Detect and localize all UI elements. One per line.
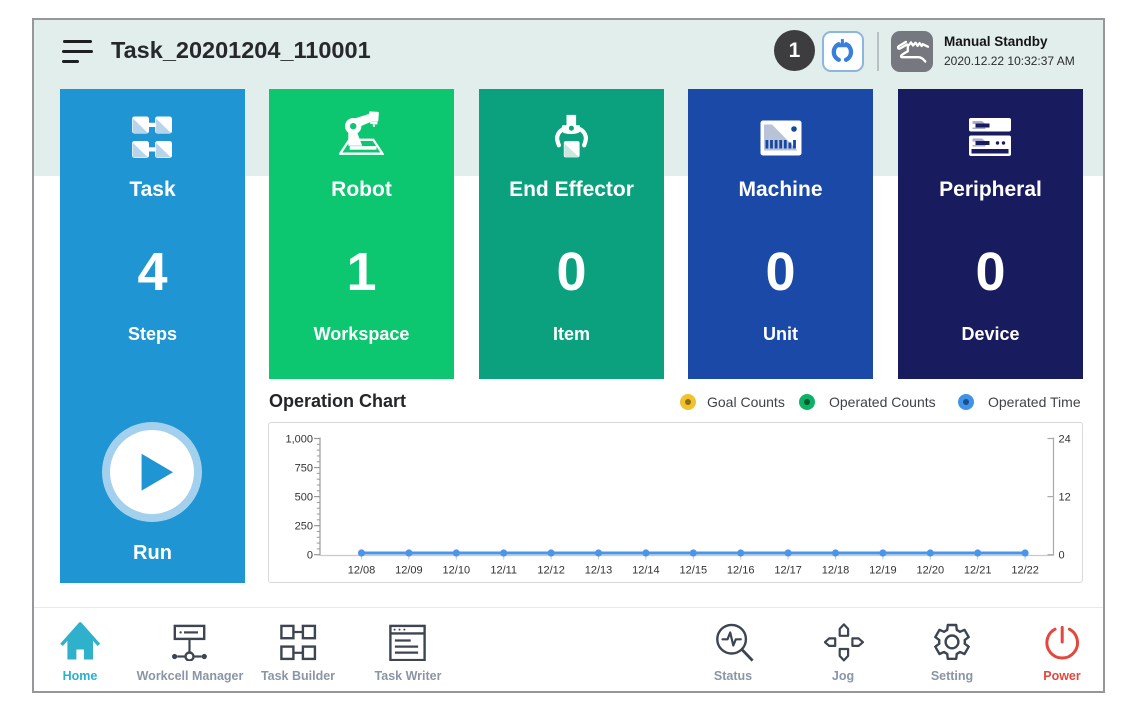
svg-text:12/19: 12/19 [869,565,897,577]
svg-text:12/21: 12/21 [964,565,992,577]
svg-text:1,000: 1,000 [285,433,313,445]
svg-text:250: 250 [295,520,313,532]
svg-text:12/14: 12/14 [632,565,660,577]
svg-text:12/18: 12/18 [822,565,850,577]
svg-text:12/15: 12/15 [680,565,708,577]
svg-text:12/16: 12/16 [727,565,755,577]
svg-text:12/12: 12/12 [537,565,565,577]
svg-text:12/13: 12/13 [585,565,613,577]
svg-text:12/11: 12/11 [490,565,517,577]
svg-text:12/08: 12/08 [348,565,376,577]
svg-text:750: 750 [295,462,313,474]
svg-text:0: 0 [1059,550,1065,562]
svg-text:500: 500 [295,491,313,503]
svg-text:12/09: 12/09 [395,565,423,577]
svg-text:12/22: 12/22 [1011,565,1039,577]
svg-text:12/20: 12/20 [917,565,945,577]
svg-text:0: 0 [307,550,313,562]
svg-text:12/10: 12/10 [443,565,471,577]
svg-text:24: 24 [1059,433,1071,445]
svg-text:12/17: 12/17 [774,565,802,577]
svg-text:12: 12 [1059,491,1071,503]
